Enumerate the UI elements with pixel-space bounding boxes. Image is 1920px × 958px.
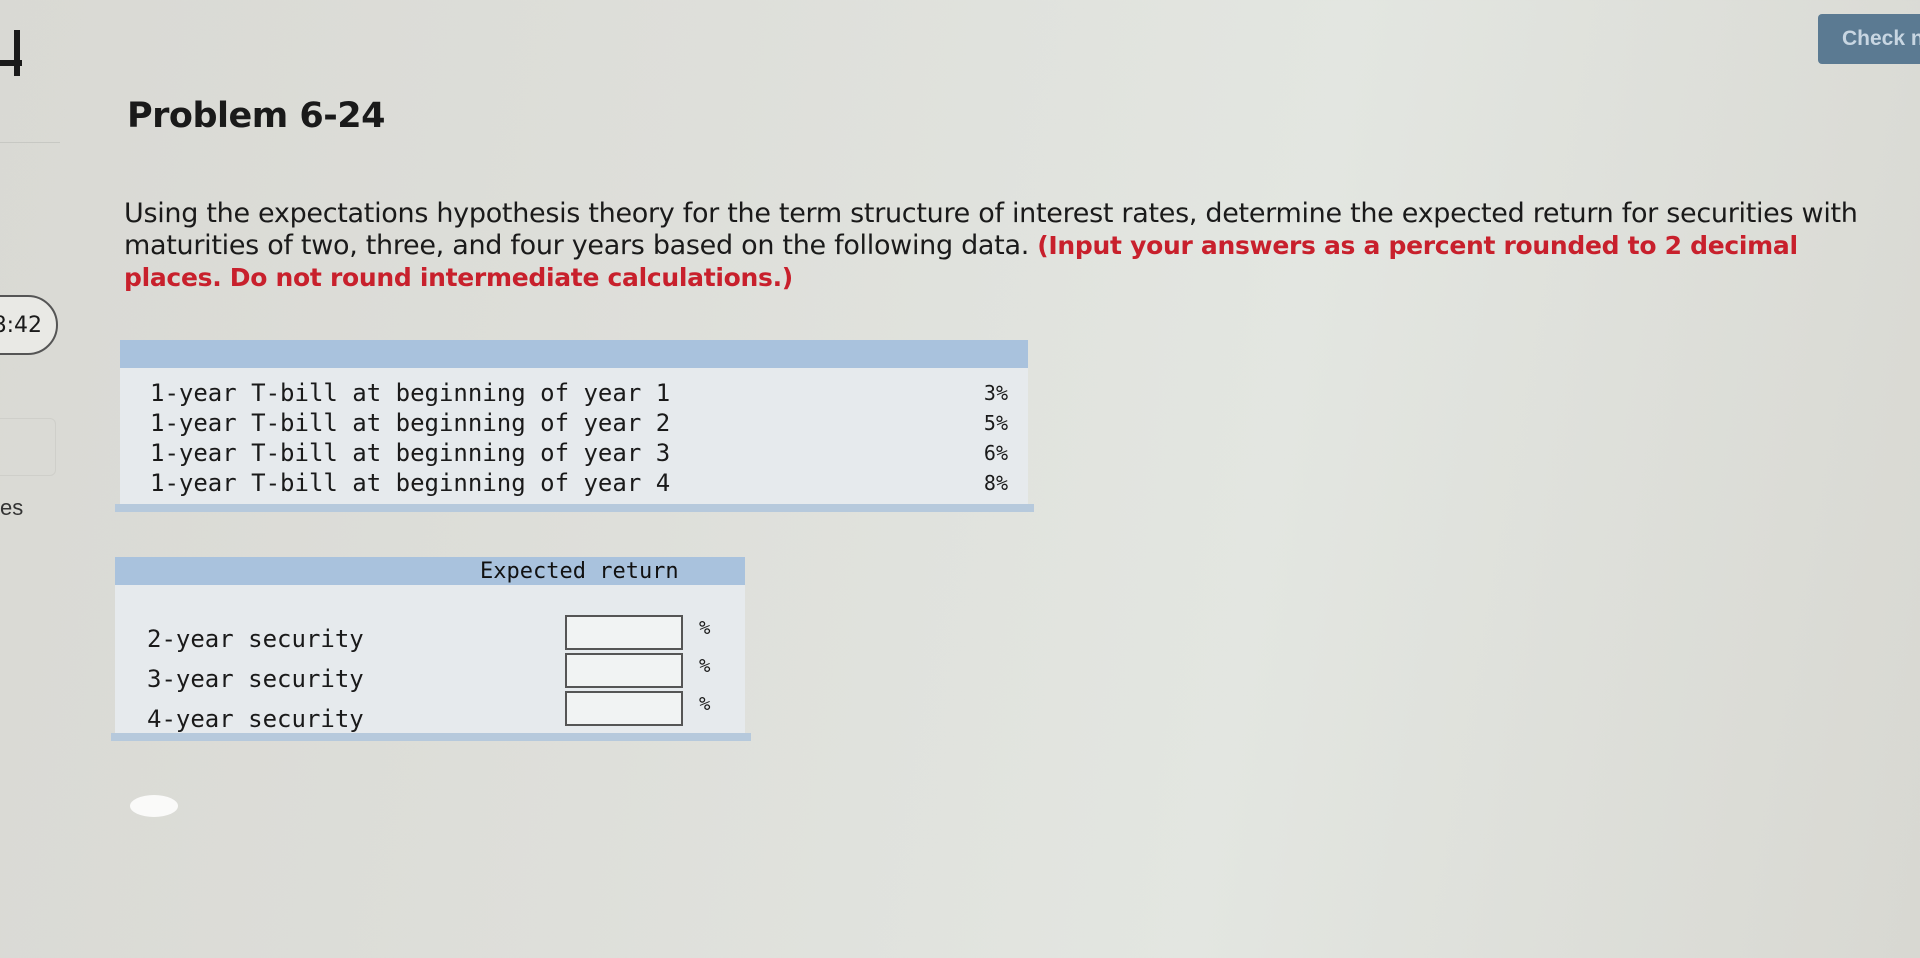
percent-unit: % (699, 617, 711, 639)
row-label: 1-year T-bill at beginning of year 2 (150, 409, 671, 437)
row-value: 8% (983, 471, 1008, 495)
answer-table-bottom-bar (111, 733, 751, 741)
table-row: 1-year T-bill at beginning of year 2 5% (120, 408, 1028, 438)
table-row: 1-year T-bill at beginning of year 3 6% (120, 438, 1028, 468)
table-header-bar (120, 340, 1028, 368)
answer-input-2yr[interactable] (565, 615, 683, 650)
timer-text: 8:42 (0, 312, 42, 338)
check-answer-button[interactable]: Check n (1818, 14, 1920, 64)
row-value: 6% (983, 441, 1008, 465)
table-row: 1-year T-bill at beginning of year 1 3% (120, 378, 1028, 408)
timer-badge: 8:42 (0, 295, 58, 355)
answer-table-header: Expected return (115, 557, 745, 585)
row-label: 1-year T-bill at beginning of year 4 (150, 469, 671, 497)
screen-glare (130, 795, 178, 817)
percent-unit: % (699, 693, 711, 715)
row-label: 1-year T-bill at beginning of year 3 (150, 439, 671, 467)
tbill-rates-table: 1-year T-bill at beginning of year 1 3% 1… (115, 340, 1034, 512)
sidebar-partial-label: es (0, 495, 24, 520)
left-panel-divider (0, 142, 60, 143)
check-button-label: Check n (1842, 27, 1920, 50)
expected-return-header: Expected return (480, 559, 679, 584)
answer-input-3yr[interactable] (565, 653, 683, 688)
row-value: 3% (983, 381, 1008, 405)
problem-prompt: Using the expectations hypothesis theory… (124, 198, 1864, 294)
security-label-2yr: 2-year security (147, 625, 364, 653)
table-bottom-bar (115, 504, 1034, 512)
security-label-4yr: 4-year security (147, 705, 364, 733)
row-value: 5% (983, 411, 1008, 435)
sidebar-button[interactable] (0, 418, 56, 476)
percent-unit: % (699, 655, 711, 677)
problem-title: Problem 6-24 (127, 96, 386, 136)
row-label: 1-year T-bill at beginning of year 1 (150, 379, 671, 407)
security-label-3yr: 3-year security (147, 665, 364, 693)
answer-table: Expected return 2-year security 3-year s… (111, 557, 751, 741)
left-edge-mark (0, 30, 22, 76)
table-row: 1-year T-bill at beginning of year 4 8% (120, 468, 1028, 498)
answer-input-4yr[interactable] (565, 691, 683, 726)
